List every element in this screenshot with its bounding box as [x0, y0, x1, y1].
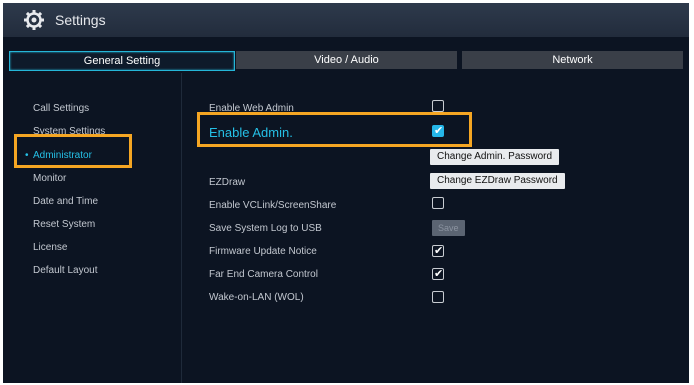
firmware-notice-label: Firmware Update Notice — [209, 246, 317, 257]
enable-admin-label: Enable Admin. — [209, 125, 293, 140]
sidebar-item-administrator[interactable]: Administrator — [25, 150, 92, 161]
sidebar-item-reset-system[interactable]: Reset System — [33, 219, 95, 230]
enable-web-admin-checkbox[interactable] — [432, 100, 444, 112]
settings-screen: Settings General Setting Video / Audio N… — [3, 3, 689, 383]
sidebar-item-date-and-time[interactable]: Date and Time — [33, 196, 98, 207]
wake-on-lan-label: Wake-on-LAN (WOL) — [209, 292, 304, 303]
sidebar-item-monitor[interactable]: Monitor — [33, 173, 66, 184]
sidebar: Call Settings System Settings Administra… — [3, 73, 182, 383]
sidebar-item-system-settings[interactable]: System Settings — [33, 126, 105, 137]
tab-video-audio[interactable]: Video / Audio — [236, 51, 457, 69]
sidebar-item-default-layout[interactable]: Default Layout — [33, 265, 98, 276]
enable-vclink-label: Enable VCLink/ScreenShare — [209, 200, 337, 211]
save-log-button[interactable]: Save — [432, 220, 465, 236]
change-ezdraw-password-button[interactable]: Change EZDraw Password — [430, 173, 565, 189]
far-end-camera-label: Far End Camera Control — [209, 269, 318, 280]
firmware-notice-checkbox[interactable] — [432, 244, 444, 257]
tab-bar: General Setting Video / Audio Network — [3, 51, 689, 71]
sidebar-item-license[interactable]: License — [33, 242, 67, 253]
enable-vclink-checkbox[interactable] — [432, 197, 444, 209]
enable-web-admin-label: Enable Web Admin — [209, 103, 294, 114]
sidebar-item-call-settings[interactable]: Call Settings — [33, 103, 89, 114]
ezdraw-label: EZDraw — [209, 177, 246, 188]
far-end-camera-checkbox[interactable] — [432, 267, 444, 280]
wake-on-lan-checkbox[interactable] — [432, 291, 444, 303]
gear-icon — [23, 9, 45, 31]
window-title: Settings — [55, 12, 106, 28]
save-log-label: Save System Log to USB — [209, 223, 322, 234]
tab-general-setting[interactable]: General Setting — [9, 51, 235, 71]
tab-network[interactable]: Network — [462, 51, 683, 69]
change-admin-password-button[interactable]: Change Admin. Password — [430, 149, 560, 165]
title-bar: Settings — [3, 3, 689, 37]
enable-admin-checkbox[interactable] — [432, 124, 444, 137]
